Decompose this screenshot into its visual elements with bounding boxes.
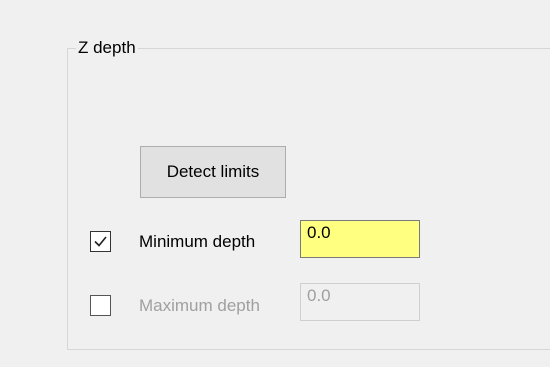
z-depth-group-title: Z depth (76, 37, 138, 59)
maximum-depth-input[interactable]: 0.0 (300, 283, 420, 321)
detect-limits-button[interactable]: Detect limits (140, 146, 286, 198)
maximum-depth-label: Maximum depth (139, 296, 260, 315)
minimum-depth-checkbox[interactable] (90, 231, 111, 252)
minimum-depth-label: Minimum depth (139, 232, 256, 251)
maximum-depth-checkbox[interactable] (90, 295, 111, 316)
checkmark-icon (94, 236, 107, 247)
minimum-depth-input[interactable]: 0.0 (300, 220, 420, 258)
